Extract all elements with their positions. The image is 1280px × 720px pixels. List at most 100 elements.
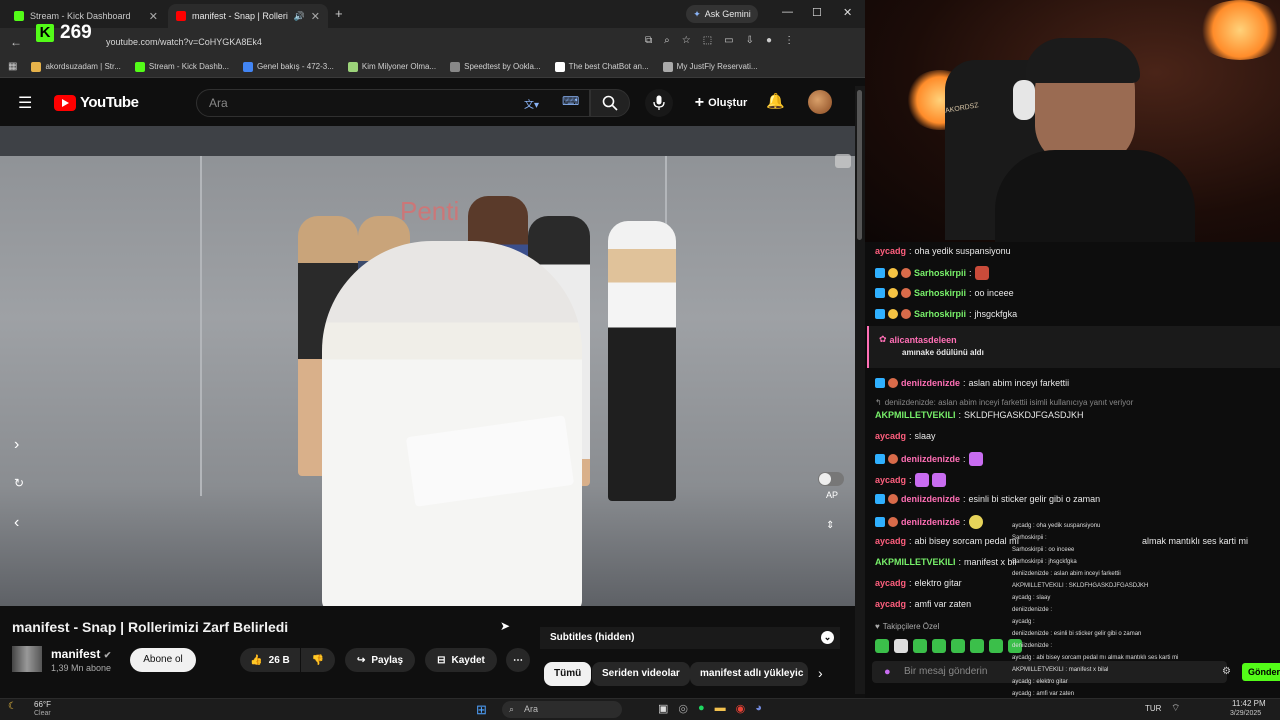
keyboard-icon[interactable]: ⌨ [562, 94, 579, 108]
url-field[interactable]: youtube.com/watch?v=CoHYGKA8Ek4 [100, 33, 640, 51]
file-explorer-icon[interactable]: ▬ [715, 702, 726, 715]
emote-icon [913, 639, 927, 653]
user-badge-icon [901, 288, 911, 298]
taskbar-search[interactable]: ⌕ Ara [502, 701, 622, 718]
apps-grid-icon[interactable]: ▦ [8, 61, 17, 72]
create-button[interactable]: + Oluştur [686, 89, 756, 117]
autoplay-toggle[interactable] [818, 472, 844, 486]
chip-all[interactable]: Tümü [544, 662, 592, 686]
video-player[interactable]: Penti › ↻ ‹ AP ⇕ [0, 126, 855, 606]
chat-message: aycadg: abi bisey sorcam pedal mı [875, 536, 1020, 546]
vip-badge-icon [888, 288, 898, 298]
tab-label: manifest - Snap | Rollerimiz [192, 11, 288, 21]
bookmark-item[interactable]: My JustFly Reservati... [662, 61, 758, 72]
video-menu-icon[interactable] [835, 154, 851, 168]
chevron-down-icon[interactable]: ⌄ [821, 631, 834, 644]
audio-icon[interactable]: 🔊 [294, 11, 305, 22]
bookmark-star-icon[interactable]: ☆ [682, 35, 691, 46]
chevron-left-icon[interactable]: ‹ [14, 514, 19, 532]
search-button[interactable] [590, 89, 630, 117]
share-button[interactable]: ↪ Paylaş [345, 648, 415, 672]
subscribe-button[interactable]: Abone ol [130, 648, 196, 672]
tab-youtube[interactable]: manifest - Snap | Rollerimiz 🔊 ✕ [168, 4, 328, 28]
emote-icon [974, 266, 989, 280]
menu-dots-icon[interactable]: ⋮ [784, 35, 794, 46]
user-badge-icon [901, 268, 911, 278]
dislike-button[interactable]: 👎 [301, 648, 335, 672]
emote-icon [968, 515, 983, 529]
chip-series-videos[interactable]: Seriden videolar [592, 662, 690, 686]
share-icon: ↪ [356, 654, 366, 666]
close-window-icon[interactable]: ✕ [843, 6, 852, 19]
bookmark-item[interactable]: Stream - Kick Dashb... [134, 61, 229, 72]
heart-icon: ♥ [875, 622, 880, 631]
voice-search-button[interactable] [645, 89, 673, 117]
chat-settings-gear-icon[interactable]: ⚙ [1222, 666, 1231, 677]
send-message-button[interactable]: Gönder [1242, 663, 1280, 681]
sidepanel-icon[interactable]: ▭ [724, 35, 733, 46]
wifi-icon[interactable]: ⌔ [1171, 702, 1180, 715]
cast-icon[interactable]: ⧉ [645, 35, 652, 46]
chat-message: Sarhoskirpii: oo inceee [875, 288, 1014, 298]
chips-next-icon[interactable]: › [818, 665, 823, 681]
bookmark-item[interactable]: The best ChatBot an... [554, 61, 649, 72]
spotify-icon[interactable]: ● [698, 702, 705, 715]
account-avatar[interactable] [808, 90, 832, 114]
downloads-icon[interactable]: ⇩ [746, 35, 754, 46]
new-tab-button[interactable]: + [335, 6, 343, 21]
more-actions-button[interactable]: ⋯ [506, 648, 530, 672]
input-language[interactable]: TUR [1145, 704, 1161, 713]
page-scrollbar[interactable] [855, 86, 865, 694]
close-tab-icon[interactable]: ✕ [311, 10, 320, 23]
weather-icon[interactable]: ☾ [8, 701, 17, 712]
zoom-icon[interactable]: ⌕ [664, 35, 670, 46]
bookmark-item[interactable]: Kim Milyoner Olma... [347, 61, 436, 72]
chevron-right-icon[interactable]: › [14, 436, 19, 454]
emote-icon [968, 452, 983, 466]
hamburger-menu-icon[interactable]: ☰ [18, 93, 32, 113]
expand-icon[interactable]: ⇕ [826, 520, 834, 531]
bookmark-item[interactable]: akordsuzadam | Str... [31, 61, 121, 72]
windows-start-icon[interactable]: ⊞ [476, 702, 487, 718]
clock-date[interactable]: 3/29/2025 [1230, 710, 1261, 717]
like-button[interactable]: 👍 26 B [240, 648, 300, 672]
refresh-icon[interactable]: ↻ [14, 476, 24, 490]
chip-uploader-videos[interactable]: manifest adlı yükleyic [690, 662, 808, 686]
vip-badge-icon [888, 268, 898, 278]
maximize-icon[interactable]: ☐ [812, 6, 822, 19]
channel-avatar[interactable] [12, 646, 42, 672]
subscriber-badge-icon [875, 454, 885, 464]
microphone-icon [653, 95, 665, 110]
bookmark-item[interactable]: Speedtest by Ookla... [450, 61, 541, 72]
chrome-icon[interactable]: ◉ [736, 702, 746, 715]
youtube-wordmark: YouTube [80, 94, 139, 111]
emote-bar[interactable] [875, 639, 1022, 653]
chat-message: aycadg: slaay [875, 431, 936, 441]
channel-name[interactable]: manifest ✔ [51, 647, 111, 661]
bookmark-item[interactable]: Genel bakış - 472-3... [242, 61, 334, 72]
ask-gemini-button[interactable]: ✦ Ask Gemini [686, 5, 758, 23]
subscriber-badge-icon [875, 268, 885, 278]
minimize-icon[interactable]: — [782, 6, 793, 18]
youtube-logo[interactable]: YouTube [54, 94, 139, 111]
profile-icon[interactable]: ● [766, 35, 772, 46]
reply-icon: ↰ [875, 398, 882, 407]
close-tab-icon[interactable]: ✕ [149, 10, 158, 23]
emote-icon [932, 639, 946, 653]
task-view-icon[interactable]: ▣ [658, 702, 668, 715]
subtitles-panel-header[interactable]: Subtitles (hidden) ⌄ [540, 627, 840, 649]
clock-time[interactable]: 11:42 PM [1232, 699, 1266, 708]
chat-message: deniizdenizde: esinli bi sticker gelir g… [875, 494, 1100, 504]
back-arrow-icon[interactable]: ← [10, 35, 22, 49]
subscriber-badge-icon [875, 309, 885, 319]
youtube-play-icon [54, 94, 76, 111]
translate-icon[interactable]: 文▾ [524, 96, 539, 111]
autoplay-label: AP [826, 490, 839, 500]
app-icon[interactable]: ◎ [678, 702, 688, 715]
save-button[interactable]: ⊟ Kaydet [425, 648, 497, 672]
emote-icon [914, 473, 929, 487]
notifications-bell-icon[interactable]: 🔔 [766, 92, 785, 110]
viewer-count: 269 [60, 22, 92, 43]
discord-icon[interactable]: ◕ [755, 702, 762, 715]
extensions-icon[interactable]: ⬚ [703, 35, 712, 46]
